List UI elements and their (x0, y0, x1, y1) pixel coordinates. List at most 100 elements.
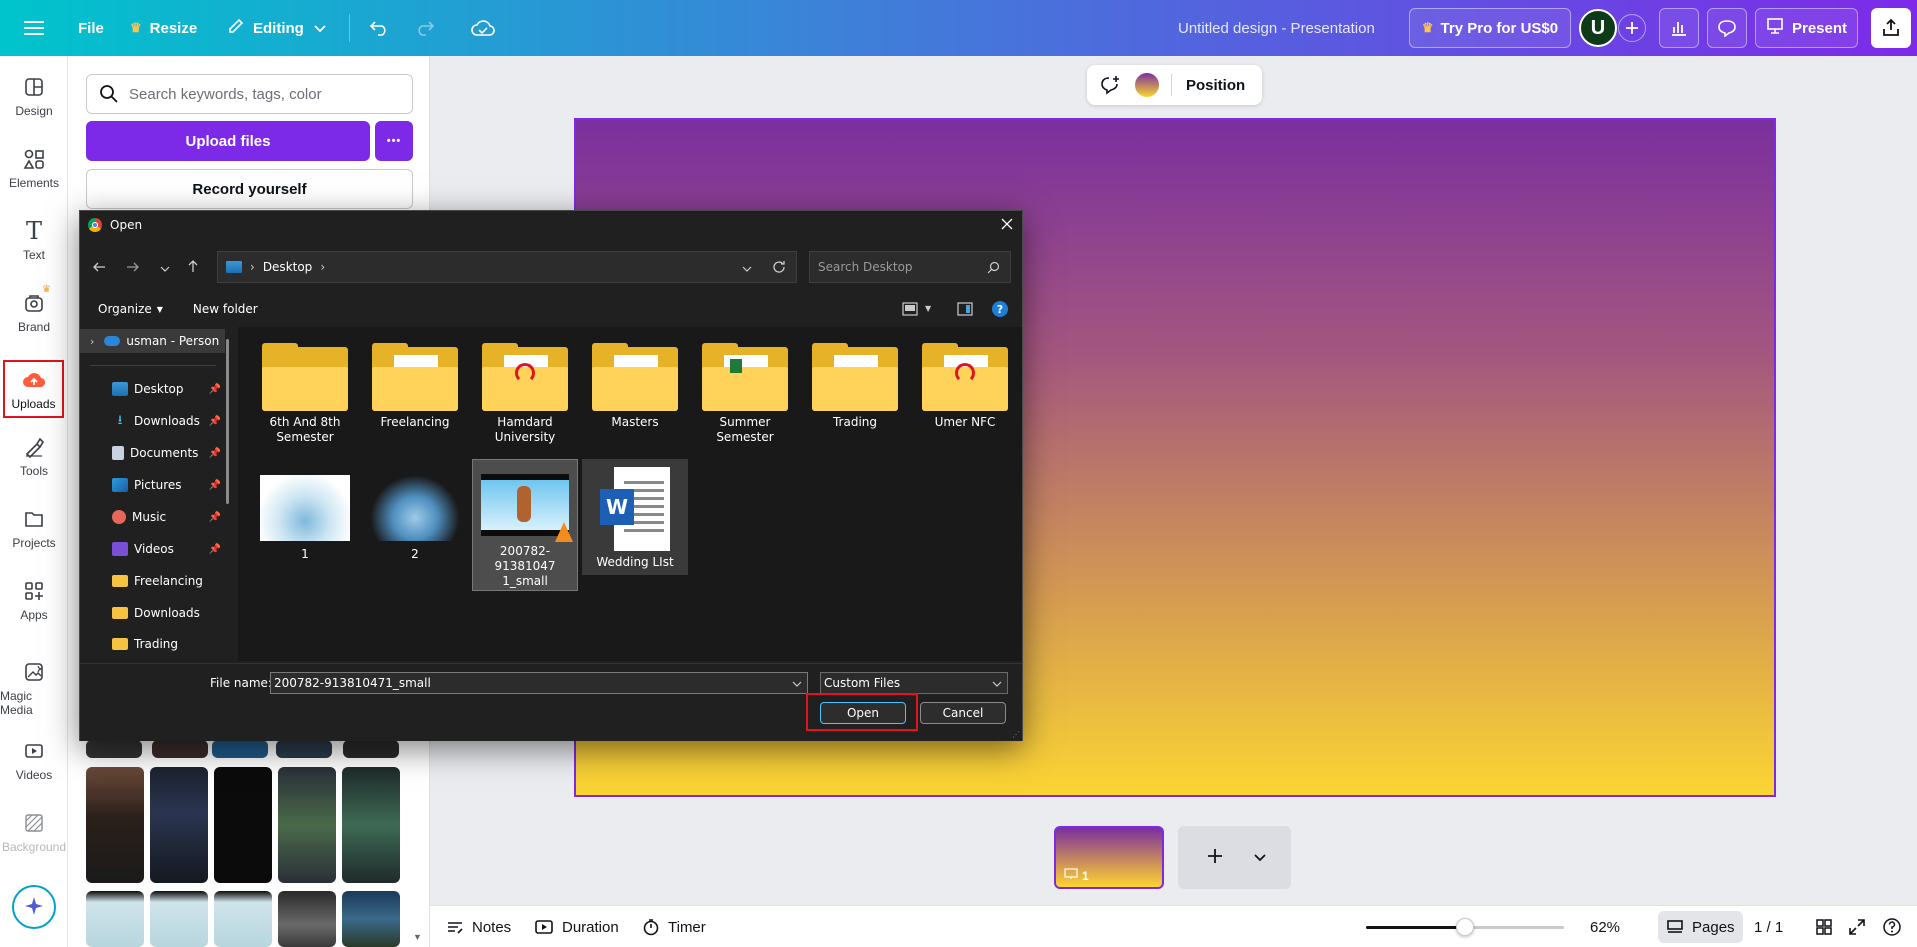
rail-item-design[interactable]: Design (0, 64, 68, 128)
folder-item[interactable]: Freelancing (362, 337, 468, 430)
upload-thumbnail[interactable] (342, 891, 400, 947)
search-input[interactable]: Search keywords, tags, color (86, 74, 413, 114)
upload-thumbnail[interactable] (86, 891, 144, 947)
help-icon[interactable] (1882, 906, 1902, 947)
rail-item-uploads[interactable]: Uploads (3, 360, 64, 418)
upload-thumbnail[interactable] (343, 740, 399, 758)
folder-item[interactable]: Hamdard University (472, 337, 578, 445)
resize-button[interactable]: ♛ Resize (130, 0, 197, 56)
rail-item-background[interactable]: Background (0, 800, 68, 864)
document-title[interactable]: Untitled design - Presentation (1178, 0, 1375, 56)
upload-thumbnail[interactable] (278, 891, 336, 947)
file-item[interactable]: W Wedding LIst (582, 459, 688, 575)
expand-chevron-icon[interactable]: › (90, 335, 94, 348)
record-yourself-button[interactable]: Record yourself (86, 169, 413, 209)
dropdown-arrow-icon[interactable] (792, 678, 802, 692)
rail-item-brand[interactable]: ♛ Brand (0, 280, 68, 344)
scroll-down-arrow-icon[interactable]: ▼ (413, 932, 422, 942)
grid-view-icon[interactable] (1815, 906, 1833, 947)
insights-icon[interactable] (1659, 8, 1699, 48)
upload-thumbnail[interactable] (86, 767, 144, 883)
zoom-slider[interactable] (1366, 926, 1564, 929)
folder-item[interactable]: Umer NFC (912, 337, 1018, 430)
file-menu[interactable]: File (78, 0, 104, 56)
upload-thumbnail[interactable] (214, 891, 272, 947)
nav-item-desktop[interactable]: Desktop 📌 (80, 377, 225, 401)
upload-thumbnail[interactable] (86, 740, 142, 758)
forward-arrow-icon[interactable] (126, 260, 140, 277)
undo-icon[interactable] (362, 10, 396, 46)
preview-pane-icon[interactable] (957, 302, 973, 319)
view-options-icon[interactable] (902, 302, 918, 319)
upload-thumbnail[interactable] (342, 767, 400, 883)
avatar[interactable]: U (1579, 9, 1617, 47)
file-type-select[interactable]: Custom Files (820, 672, 1008, 694)
breadcrumb-desktop[interactable]: Desktop (263, 260, 313, 274)
comment-add-icon[interactable] (1099, 75, 1121, 95)
nav-item-trading[interactable]: Trading (80, 633, 225, 651)
nav-item-documents[interactable]: Documents 📌 (80, 441, 225, 465)
upload-thumbnail[interactable] (152, 740, 208, 758)
rail-item-magic-media[interactable]: Magic Media (0, 656, 68, 720)
magic-assistant-button[interactable] (12, 885, 56, 929)
caret-down-icon[interactable]: ▼ (925, 304, 931, 313)
folder-item[interactable]: Summer Semester (692, 337, 798, 445)
upload-thumbnail[interactable] (214, 767, 272, 883)
cloud-saved-icon[interactable] (466, 10, 500, 46)
upload-thumbnail[interactable] (150, 891, 208, 947)
refresh-icon[interactable] (772, 260, 786, 277)
notes-button[interactable]: Notes (446, 906, 511, 947)
close-icon[interactable] (1000, 217, 1014, 234)
rail-item-videos[interactable]: Videos (0, 728, 68, 792)
file-item-selected-video[interactable]: 200782-91381047 1_small (472, 459, 578, 591)
nav-item-freelancing[interactable]: Freelancing (80, 569, 225, 593)
search-desktop-input[interactable]: Search Desktop (809, 251, 1011, 283)
folder-item[interactable]: Masters (582, 337, 688, 430)
file-item[interactable]: 2 (362, 467, 468, 562)
upload-thumbnail[interactable] (276, 740, 332, 758)
rail-item-text[interactable]: T Text (0, 208, 68, 272)
folder-item[interactable]: 6th And 8th Semester (252, 337, 358, 445)
redo-icon[interactable] (408, 10, 442, 46)
file-item[interactable]: 1 (252, 467, 358, 562)
zoom-slider-handle[interactable] (1456, 918, 1474, 936)
upload-thumbnail[interactable] (278, 767, 336, 883)
upload-thumbnail[interactable] (212, 740, 268, 758)
cancel-button[interactable]: Cancel (920, 702, 1006, 724)
address-bar[interactable]: › Desktop › (217, 251, 797, 283)
invite-plus-icon[interactable] (1618, 14, 1646, 42)
zoom-level[interactable]: 62% (1590, 906, 1620, 947)
pages-button[interactable]: Pages (1658, 911, 1743, 943)
help-icon[interactable]: ? (992, 301, 1008, 317)
upload-thumbnail[interactable] (150, 767, 208, 883)
back-arrow-icon[interactable] (92, 260, 106, 277)
folder-item[interactable]: Trading (802, 337, 908, 430)
page-thumbnail[interactable]: 1 (1054, 826, 1164, 889)
resize-grip-icon[interactable]: ⋰ (1012, 730, 1020, 739)
more-options-button[interactable]: ••• (375, 121, 413, 161)
nav-item-music[interactable]: Music 📌 (80, 505, 225, 529)
rail-item-apps[interactable]: Apps (0, 568, 68, 632)
comment-icon[interactable] (1707, 8, 1747, 48)
fullscreen-icon[interactable] (1848, 906, 1866, 947)
nav-item-downloads[interactable]: ⭳ Downloads 📌 (80, 409, 225, 433)
menu-icon[interactable] (14, 10, 54, 46)
rail-item-elements[interactable]: Elements (0, 136, 68, 200)
new-folder-button[interactable]: New folder (193, 302, 258, 316)
position-button[interactable]: Position (1186, 77, 1245, 94)
present-button[interactable]: Present (1755, 8, 1858, 48)
timer-button[interactable]: Timer (642, 906, 706, 947)
upload-files-button[interactable]: Upload files (86, 121, 370, 161)
try-pro-button[interactable]: ♛ Try Pro for US$0 (1409, 8, 1571, 48)
nav-scrollbar[interactable] (226, 339, 229, 504)
duration-button[interactable]: Duration (534, 906, 619, 947)
nav-item-videos[interactable]: Videos 📌 (80, 537, 225, 561)
organize-menu[interactable]: Organize ▼ (98, 302, 163, 316)
nav-item-downloads-folder[interactable]: Downloads (80, 601, 225, 625)
recent-dropdown-icon[interactable] (160, 263, 170, 277)
nav-item-onedrive[interactable]: › usman - Person (80, 329, 225, 353)
rail-item-projects[interactable]: Projects (0, 496, 68, 560)
color-swatch[interactable] (1135, 73, 1159, 97)
rail-item-tools[interactable]: Tools (0, 424, 68, 488)
chevron-down-icon[interactable] (1254, 850, 1266, 865)
